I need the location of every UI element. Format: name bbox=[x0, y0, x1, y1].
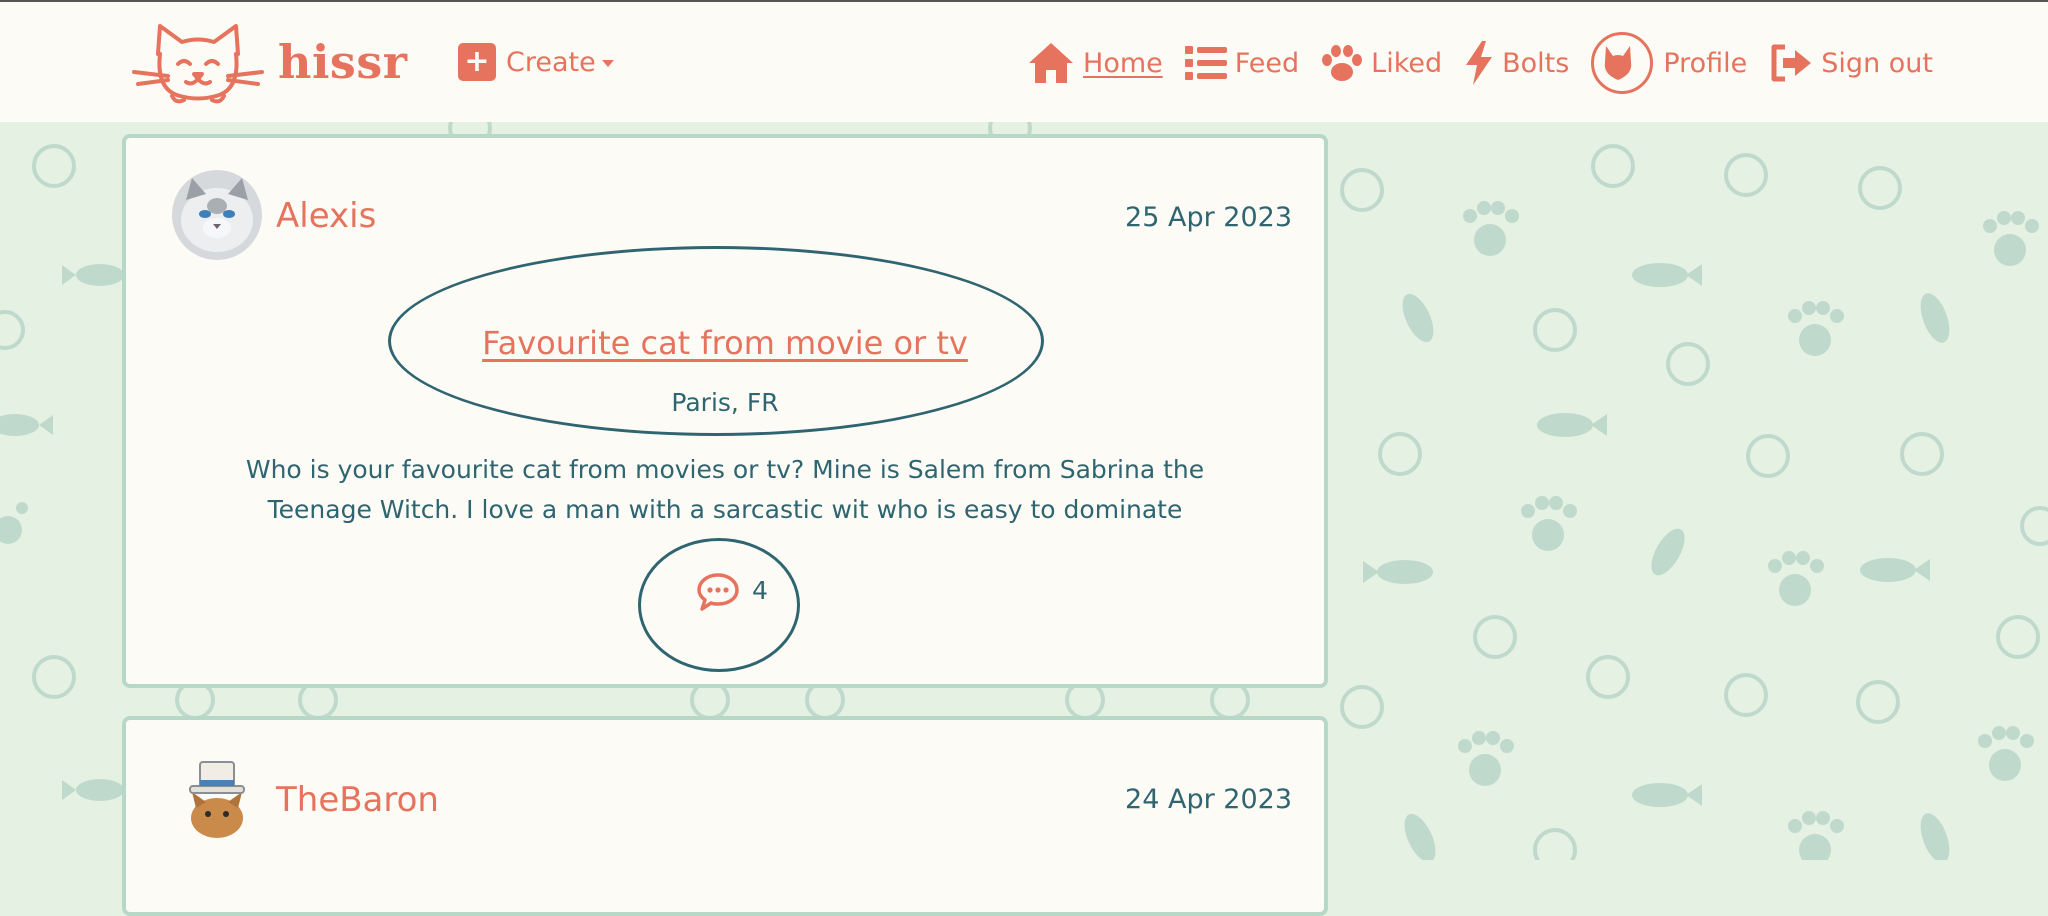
nav-profile-label: Profile bbox=[1663, 47, 1748, 79]
navbar: hissr + Create Home Feed Liked Bolts Pro… bbox=[0, 0, 2048, 122]
nav-liked-label: Liked bbox=[1371, 47, 1443, 79]
post-card: Alexis 25 Apr 2023 Favourite cat from mo… bbox=[122, 134, 1328, 688]
post-author[interactable]: TheBaron bbox=[276, 780, 439, 820]
nav-home[interactable]: Home bbox=[1027, 41, 1163, 85]
post-author[interactable]: Alexis bbox=[276, 196, 376, 236]
plus-icon: + bbox=[458, 43, 496, 81]
sign-out-icon bbox=[1771, 44, 1812, 82]
nav-liked[interactable]: Liked bbox=[1321, 43, 1442, 83]
comments-button[interactable]: 4 bbox=[696, 572, 768, 612]
author-avatar[interactable] bbox=[172, 170, 262, 260]
comment-count: 4 bbox=[752, 575, 768, 605]
author-avatar[interactable] bbox=[172, 752, 262, 842]
nav-bolts[interactable]: Bolts bbox=[1464, 41, 1569, 85]
list-icon bbox=[1184, 46, 1227, 80]
nav-feed-label: Feed bbox=[1234, 47, 1300, 79]
paw-icon bbox=[1322, 45, 1363, 81]
post-body: Who is your favourite cat from movies or… bbox=[245, 455, 1205, 524]
cat-avatar-icon bbox=[1605, 46, 1632, 80]
bolt-icon bbox=[1466, 41, 1493, 85]
profile-avatar bbox=[1591, 32, 1654, 94]
caret-down-icon bbox=[601, 59, 614, 67]
nav-sign-out-label: Sign out bbox=[1821, 47, 1933, 79]
brand-link[interactable]: hissr bbox=[130, 20, 407, 104]
post-date: 25 Apr 2023 bbox=[1125, 202, 1292, 233]
brand-name: hissr bbox=[278, 35, 408, 89]
nav-profile[interactable]: Profile bbox=[1591, 32, 1747, 94]
cat-face-logo bbox=[132, 24, 264, 104]
nav-home-label: Home bbox=[1083, 47, 1163, 79]
create-dropdown-button[interactable]: + Create bbox=[458, 42, 614, 82]
post-location: Paris, FR bbox=[671, 388, 779, 417]
home-icon bbox=[1029, 43, 1074, 83]
post-card: TheBaron 24 Apr 2023 bbox=[122, 716, 1328, 916]
create-label: Create bbox=[506, 46, 596, 78]
post-title-link[interactable]: Favourite cat from movie or tv bbox=[126, 324, 1324, 362]
comment-icon bbox=[697, 573, 739, 611]
nav-links: Home Feed Liked Bolts Profile Sign out bbox=[1027, 30, 1933, 96]
nav-feed[interactable]: Feed bbox=[1184, 44, 1300, 82]
nav-sign-out[interactable]: Sign out bbox=[1769, 43, 1933, 83]
nav-bolts-label: Bolts bbox=[1502, 47, 1570, 79]
post-date: 24 Apr 2023 bbox=[1125, 784, 1292, 815]
